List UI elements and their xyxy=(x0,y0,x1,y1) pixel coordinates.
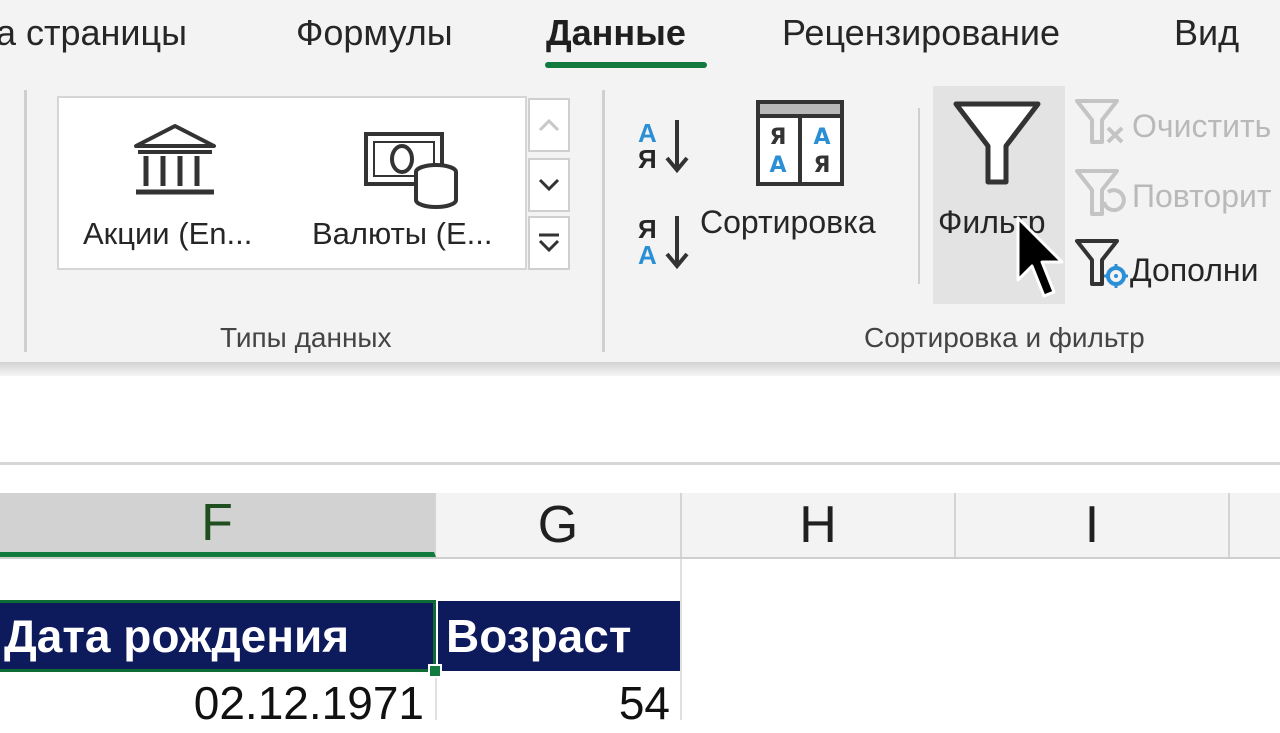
sort-button-label[interactable]: Сортировка xyxy=(700,204,876,241)
expand-gallery-icon xyxy=(538,233,560,253)
svg-text:Я: Я xyxy=(770,125,787,150)
cell-header-age[interactable]: Возраст xyxy=(438,601,680,671)
ribbon-shadow xyxy=(0,362,1280,376)
formula-bar[interactable] xyxy=(0,376,1280,465)
column-header-g[interactable]: G xyxy=(436,493,682,557)
active-tab-indicator xyxy=(545,62,707,68)
advanced-filter-label[interactable]: Дополни xyxy=(1130,252,1258,289)
sort-descending-button[interactable]: Я А xyxy=(634,212,694,272)
cell-age[interactable]: 54 xyxy=(438,673,670,733)
custom-sort-icon[interactable]: Я А А Я xyxy=(756,100,844,186)
gallery-expand-button[interactable] xyxy=(528,216,570,270)
gridline xyxy=(680,559,682,720)
group-label-sort-filter: Сортировка и фильтр xyxy=(864,322,1145,353)
funnel-icon[interactable] xyxy=(952,100,1042,188)
clear-filter-label[interactable]: Очистить xyxy=(1132,108,1271,145)
currencies-icon[interactable] xyxy=(362,128,462,212)
gallery-scroll-down-button[interactable] xyxy=(528,158,570,212)
column-header-f[interactable]: F xyxy=(0,493,436,557)
tab-review[interactable]: Рецензирование xyxy=(782,12,1060,54)
reapply-icon[interactable] xyxy=(1074,168,1126,220)
arrow-down-icon xyxy=(664,118,690,174)
svg-text:Я: Я xyxy=(814,153,831,178)
stocks-button-label[interactable]: Акции (En... xyxy=(83,216,252,252)
group-label-data-types: Типы данных xyxy=(220,322,392,353)
tab-view[interactable]: Вид xyxy=(1174,12,1239,54)
sort-ascending-button[interactable]: А Я xyxy=(634,116,694,176)
arrow-down-icon xyxy=(664,214,690,270)
clear-filter-icon[interactable] xyxy=(1074,98,1126,146)
column-header-i[interactable]: I xyxy=(956,493,1230,557)
group-separator xyxy=(602,90,605,352)
group-separator xyxy=(24,90,27,352)
column-header-h[interactable]: H xyxy=(682,493,956,557)
gridline xyxy=(435,673,437,720)
column-header-j[interactable] xyxy=(1230,493,1280,557)
advanced-filter-icon[interactable] xyxy=(1074,238,1130,290)
stocks-icon[interactable] xyxy=(130,122,220,198)
column-headers: F G H I xyxy=(0,493,1280,559)
chevron-down-icon xyxy=(538,178,560,192)
group-separator xyxy=(918,108,920,284)
gallery-scroll-up-button[interactable] xyxy=(528,98,570,152)
svg-text:А: А xyxy=(769,153,786,178)
reapply-label[interactable]: Повторит xyxy=(1132,178,1272,215)
toolbar-gap xyxy=(0,465,1280,493)
tab-page-layout[interactable]: а страницы xyxy=(0,12,187,54)
mouse-pointer-icon xyxy=(1014,214,1070,304)
cell-birth-date[interactable]: 02.12.1971 xyxy=(0,673,424,733)
active-cell-border xyxy=(0,600,436,672)
tab-formulas[interactable]: Формулы xyxy=(296,12,453,54)
svg-text:А: А xyxy=(813,125,830,150)
chevron-up-icon xyxy=(538,118,560,132)
currencies-button-label[interactable]: Валюты (E... xyxy=(312,216,493,252)
fill-handle[interactable] xyxy=(428,664,442,678)
tab-data[interactable]: Данные xyxy=(546,12,686,54)
